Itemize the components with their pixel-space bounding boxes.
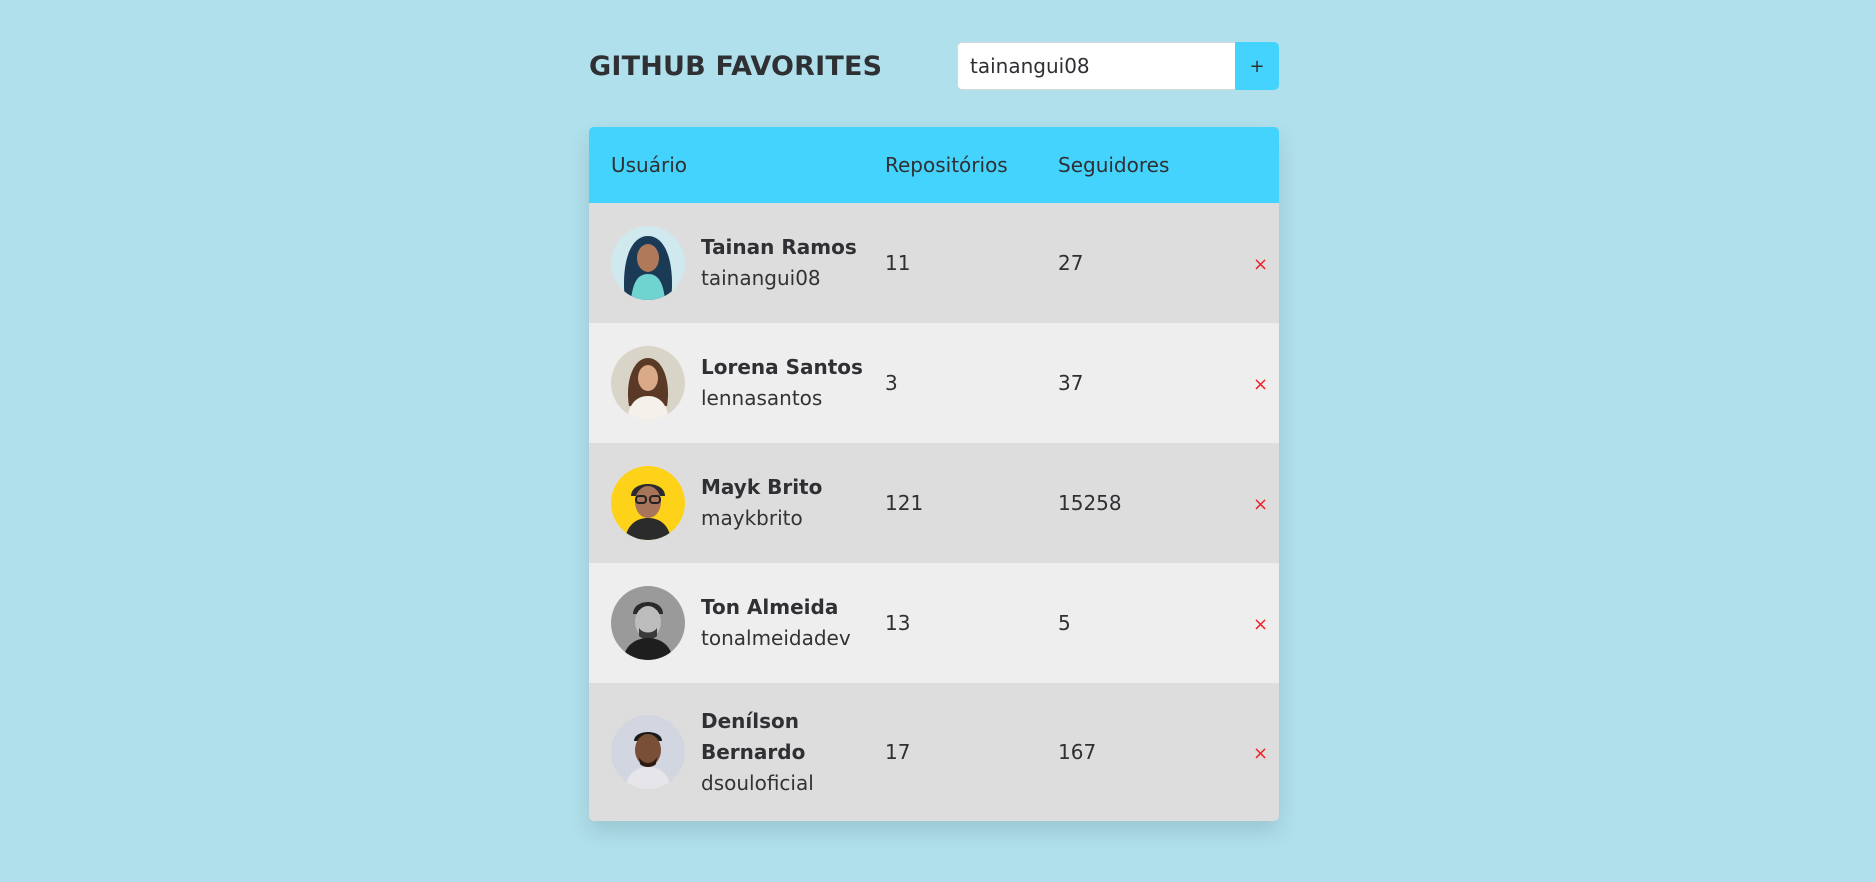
table-row: Denílson Bernardo dsouloficial 17 167 × [589, 683, 1279, 821]
table-body: Tainan Ramos tainangui08 11 27 × Lorena … [589, 203, 1279, 821]
followers-count: 15258 [1058, 491, 1122, 515]
table-header-row: Usuário Repositórios Seguidores [589, 127, 1279, 203]
user-login: tonalmeidadev [701, 626, 851, 650]
remove-button[interactable]: × [1253, 254, 1268, 275]
avatar-portrait-icon [611, 586, 685, 660]
avatar-portrait-icon [611, 715, 685, 789]
remove-button[interactable]: × [1253, 494, 1268, 515]
column-header-repositories: Repositórios [885, 153, 1008, 177]
user-cell: Tainan Ramos tainangui08 [589, 203, 885, 323]
user-text: Ton Almeida tonalmeidadev [701, 592, 851, 654]
remove-cell: × [1218, 323, 1279, 443]
user-login: maykbrito [701, 506, 803, 530]
table-row: Tainan Ramos tainangui08 11 27 × [589, 203, 1279, 323]
user-info: Mayk Brito maykbrito [589, 466, 885, 540]
search-input[interactable] [957, 42, 1235, 90]
repositories-count: 17 [885, 740, 911, 764]
remove-cell: × [1218, 443, 1279, 563]
column-header-user: Usuário [611, 153, 688, 177]
app-container: GITHUB FAVORITES + Usuário Repositórios … [589, 42, 1279, 821]
favorites-table: Usuário Repositórios Seguidores Tainan R… [589, 127, 1279, 821]
user-cell: Ton Almeida tonalmeidadev [589, 563, 885, 683]
avatar [611, 346, 685, 420]
user-info: Ton Almeida tonalmeidadev [589, 586, 885, 660]
repositories-count: 121 [885, 491, 924, 515]
user-cell: Denílson Bernardo dsouloficial [589, 683, 885, 821]
avatar [611, 715, 685, 789]
remove-cell: × [1218, 563, 1279, 683]
remove-cell: × [1218, 203, 1279, 323]
user-text: Tainan Ramos tainangui08 [701, 232, 857, 294]
user-info: Tainan Ramos tainangui08 [589, 226, 885, 300]
followers-count: 37 [1058, 371, 1084, 395]
user-name: Lorena Santos [701, 355, 863, 379]
avatar-portrait-icon [611, 226, 685, 300]
avatar-portrait-icon [611, 466, 685, 540]
favorites-table-container: Usuário Repositórios Seguidores Tainan R… [589, 127, 1279, 821]
user-cell: Lorena Santos lennasantos [589, 323, 885, 443]
user-name: Ton Almeida [701, 595, 839, 619]
user-text: Mayk Brito maykbrito [701, 472, 822, 534]
user-text: Lorena Santos lennasantos [701, 352, 863, 414]
repositories-count: 13 [885, 611, 911, 635]
followers-count: 167 [1058, 740, 1097, 764]
remove-button[interactable]: × [1253, 614, 1268, 635]
avatar [611, 466, 685, 540]
avatar [611, 586, 685, 660]
header: GITHUB FAVORITES + [589, 42, 1279, 90]
user-login: dsouloficial [701, 770, 814, 795]
user-text: Denílson Bernardo dsouloficial [701, 706, 885, 799]
page-title: GITHUB FAVORITES [589, 50, 883, 82]
user-login: lennasantos [701, 386, 823, 410]
user-cell: Mayk Brito maykbrito [589, 443, 885, 563]
remove-cell: × [1218, 683, 1279, 821]
repositories-count: 3 [885, 371, 898, 395]
search-bar: + [957, 42, 1279, 90]
remove-button[interactable]: × [1253, 374, 1268, 395]
avatar-portrait-icon [611, 346, 685, 420]
add-favorite-button[interactable]: + [1235, 42, 1279, 90]
user-name: Mayk Brito [701, 475, 823, 499]
table-row: Lorena Santos lennasantos 3 37 × [589, 323, 1279, 443]
column-header-actions [1218, 127, 1279, 203]
user-info: Lorena Santos lennasantos [589, 346, 885, 420]
followers-count: 27 [1058, 251, 1084, 275]
table-row: Ton Almeida tonalmeidadev 13 5 × [589, 563, 1279, 683]
repositories-count: 11 [885, 251, 911, 275]
remove-button[interactable]: × [1253, 743, 1268, 764]
user-name: Tainan Ramos [701, 235, 857, 259]
table-row: Mayk Brito maykbrito 121 15258 × [589, 443, 1279, 563]
user-info: Denílson Bernardo dsouloficial [589, 706, 885, 799]
user-name: Denílson Bernardo [701, 708, 806, 764]
column-header-followers: Seguidores [1058, 153, 1170, 177]
followers-count: 5 [1058, 611, 1071, 635]
table-header: Usuário Repositórios Seguidores [589, 127, 1279, 203]
avatar [611, 226, 685, 300]
user-login: tainangui08 [701, 266, 821, 290]
